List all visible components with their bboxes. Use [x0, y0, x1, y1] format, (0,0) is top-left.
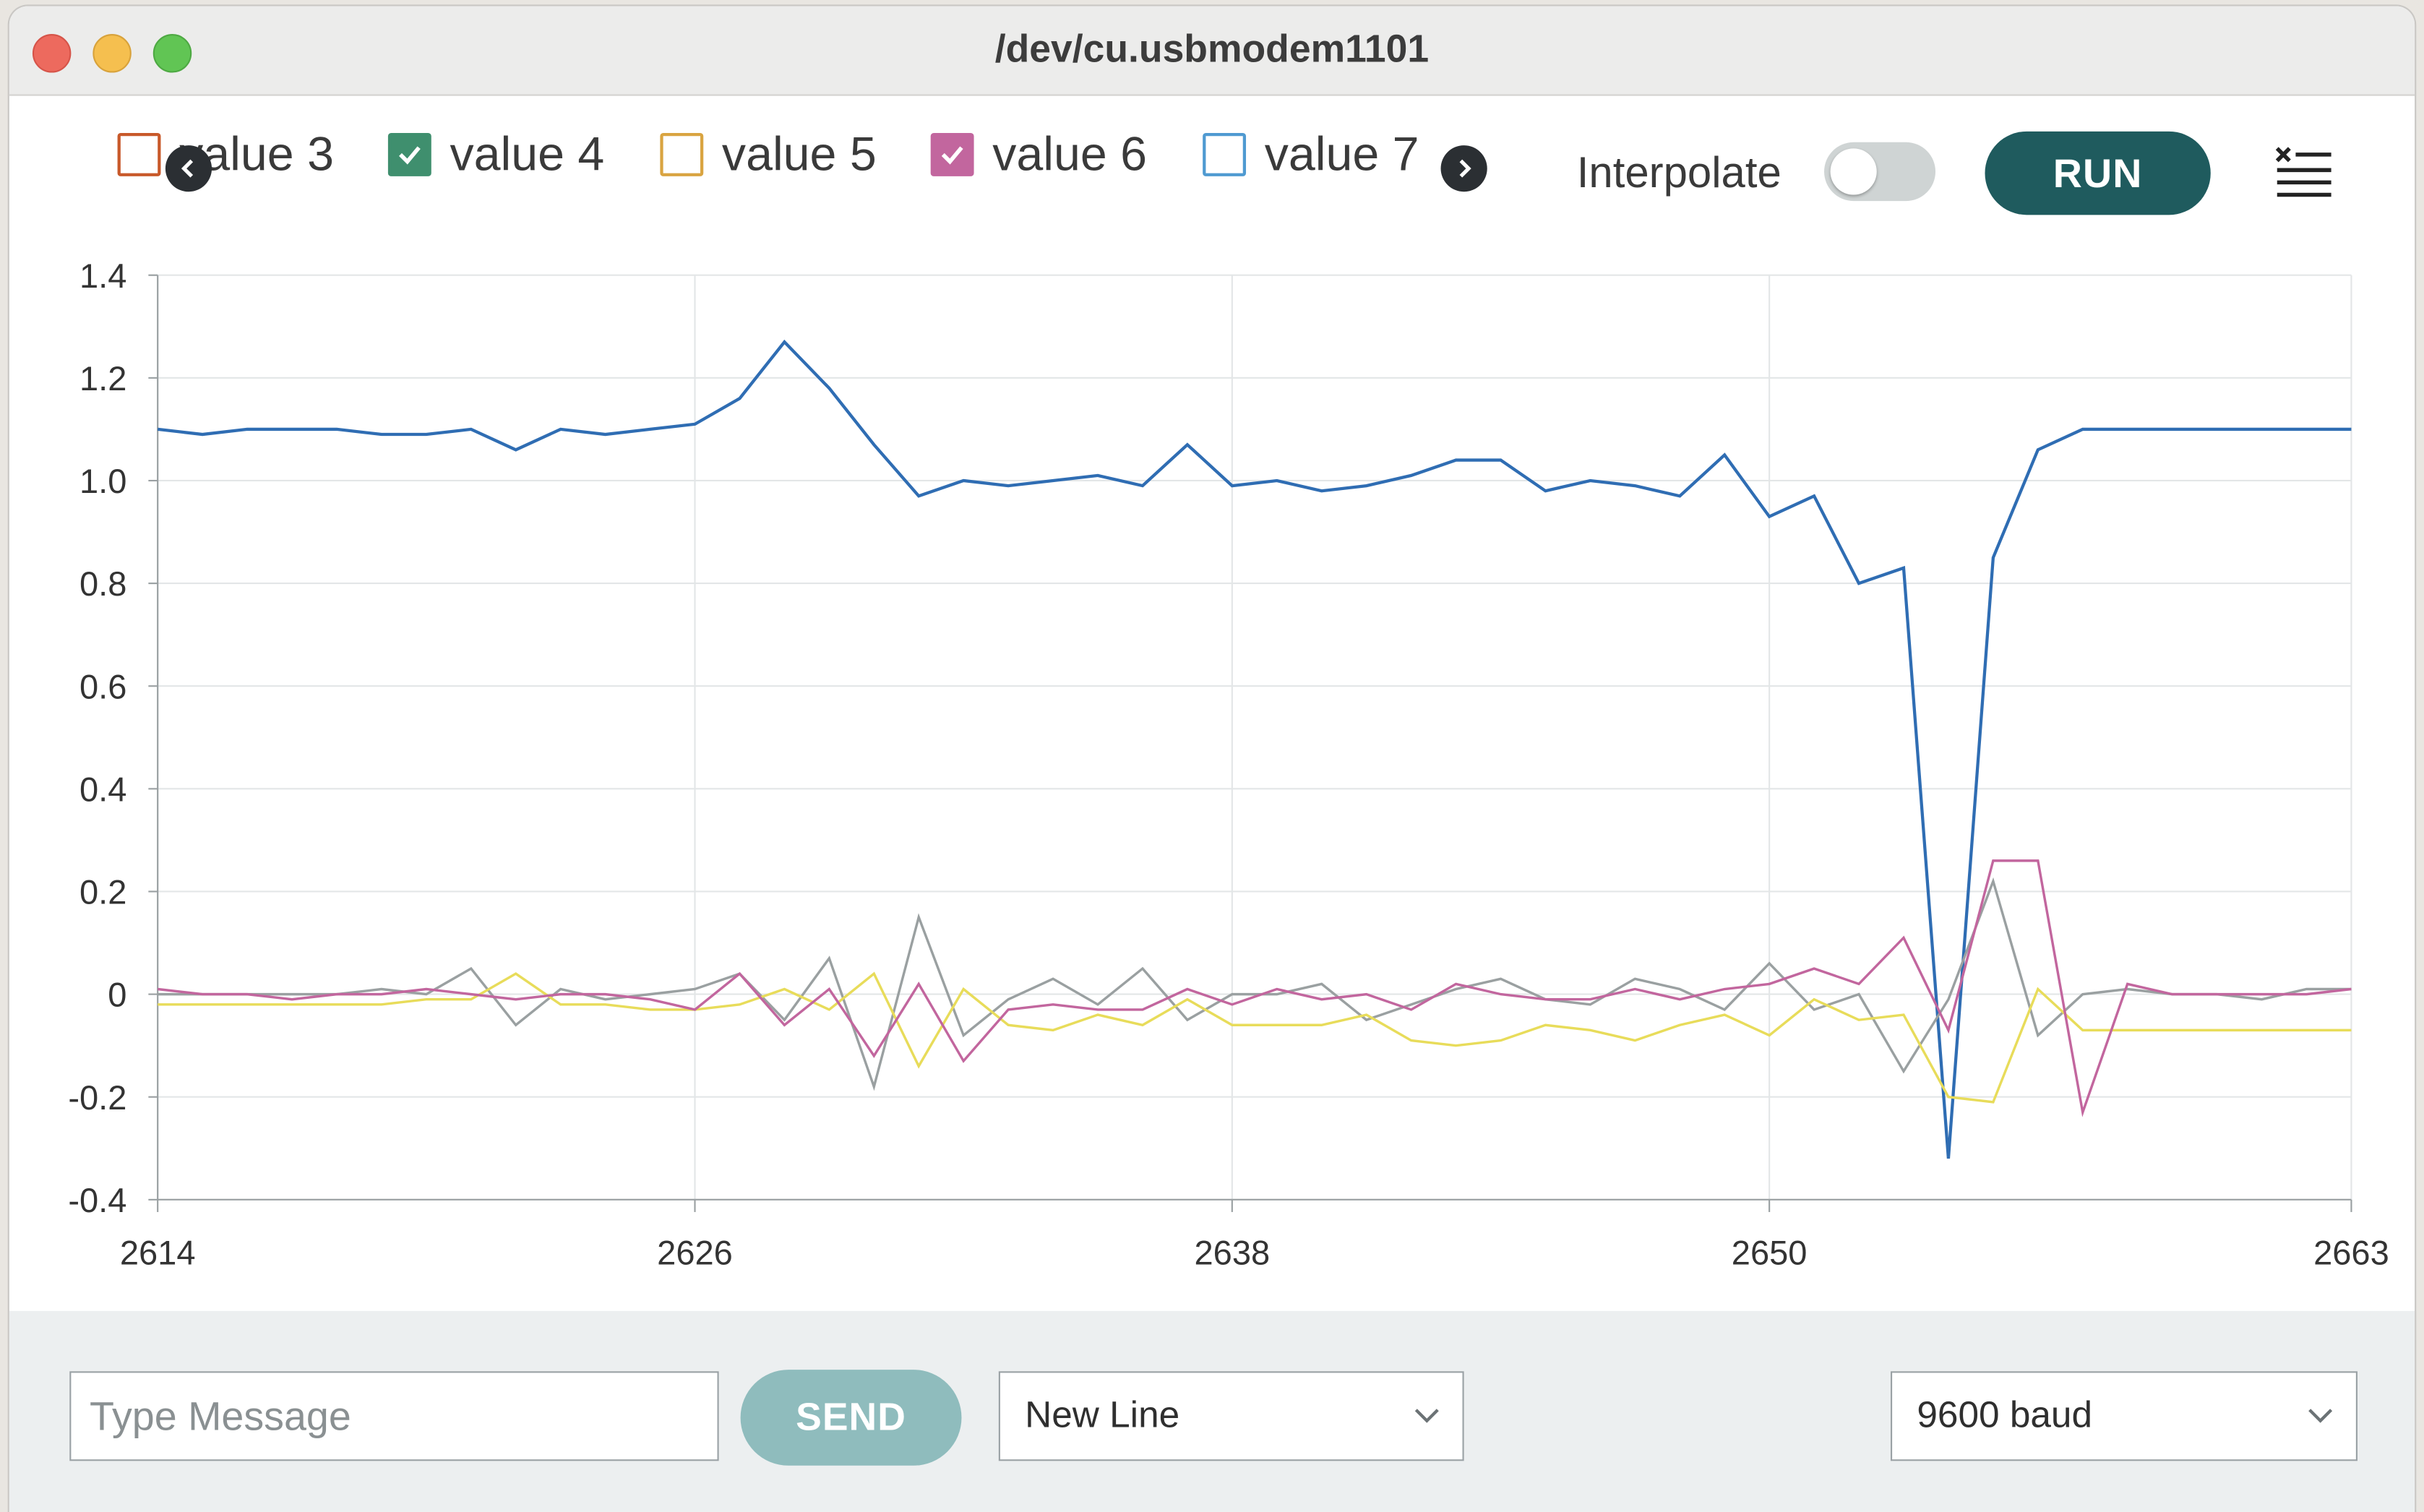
series-line-1 [157, 339, 2352, 1159]
series-line-3 [158, 971, 2352, 1104]
y-tick-label: 0 [108, 976, 126, 1014]
legend-item-value-7[interactable]: value 7 [1203, 126, 1419, 182]
y-tick-label: 0.2 [79, 873, 126, 911]
window-title: /dev/cu.usbmodem1101 [994, 27, 1430, 72]
chevron-down-icon [2308, 1409, 2333, 1423]
chevron-left-icon[interactable] [165, 145, 212, 192]
legend-checkbox-value-7[interactable] [1203, 132, 1247, 176]
line-chart: 1.41.21.00.80.60.40.20-0.2-0.4 2614 2626 2… [68, 257, 2389, 1272]
x-tick-label: 2650 [1732, 1234, 1808, 1272]
chevron-right-icon[interactable] [1440, 145, 1487, 192]
series-line-2 [158, 877, 2352, 1091]
legend-checkbox-value-5[interactable] [660, 132, 704, 176]
x-tick-label: 2663 [2313, 1234, 2389, 1272]
line-ending-select[interactable]: New Line [998, 1371, 1464, 1461]
legend-item-value-3[interactable]: value 3 [117, 126, 334, 182]
x-axis-ticks: 2614 2626 2638 2650 2663 [120, 1199, 2389, 1272]
legend: value 3 value 4 value 5 value 6 value 7 [102, 114, 1462, 207]
y-tick-label: 1.2 [79, 359, 126, 398]
y-axis-ticks: 1.4 1.2 1.0 0.8 0.6 0.4 0.2 0 -0.2 -0.4 [68, 257, 158, 1219]
y-tick-label: 0.8 [79, 564, 126, 603]
legend-checkbox-value-6[interactable] [930, 132, 974, 176]
y-tick-label: 1.0 [79, 462, 126, 500]
x-tick-label: 2638 [1194, 1234, 1270, 1272]
clear-list-icon[interactable] [2272, 139, 2334, 202]
legend-checkbox-value-3[interactable] [117, 132, 161, 176]
interpolate-toggle[interactable] [1824, 142, 1936, 202]
legend-item-value-6[interactable]: value 6 [930, 126, 1148, 182]
legend-item-value-5[interactable]: value 5 [660, 126, 877, 182]
toggle-knob [1830, 148, 1877, 195]
legend-item-value-4[interactable]: value 4 [387, 126, 605, 182]
checkmark-icon [399, 146, 421, 165]
plotter-toolbar: value 3 value 4 value 5 value 6 value 7 … [9, 96, 2415, 251]
serial-input-bar: Type Message SEND New Line 9600 baud [9, 1310, 2415, 1512]
x-tick-label: 2614 [120, 1234, 196, 1272]
chart-series [157, 339, 2352, 1159]
x-tick-label: 2626 [657, 1234, 733, 1272]
baud-rate-select[interactable]: 9600 baud [1890, 1371, 2358, 1461]
chart-grid [157, 274, 2352, 1200]
y-tick-label: 0.4 [79, 770, 126, 808]
send-button[interactable]: SEND [740, 1370, 962, 1466]
run-button[interactable]: RUN [1985, 131, 2211, 215]
y-tick-label: 0.6 [79, 667, 126, 705]
y-tick-label: 1.4 [79, 257, 126, 295]
title-bar: /dev/cu.usbmodem1101 [9, 6, 2415, 96]
legend-label-value-6: value 6 [992, 126, 1148, 181]
message-input[interactable]: Type Message [69, 1371, 719, 1461]
legend-label-value-5: value 5 [721, 126, 877, 181]
line-ending-value: New Line [1025, 1394, 1180, 1437]
legend-label-value-7: value 7 [1264, 126, 1419, 181]
baud-rate-value: 9600 baud [1917, 1394, 2093, 1437]
interpolate-label: Interpolate [1576, 148, 1782, 197]
y-tick-label: -0.4 [68, 1181, 126, 1219]
serial-plotter-window: /dev/cu.usbmodem1101 value 3 value 4 val… [9, 6, 2415, 1512]
chevron-down-icon [1414, 1409, 1439, 1423]
checkmark-icon [941, 146, 963, 165]
y-tick-label: -0.2 [68, 1078, 126, 1117]
legend-checkbox-value-4[interactable] [387, 132, 431, 176]
legend-label-value-4: value 4 [450, 126, 605, 181]
